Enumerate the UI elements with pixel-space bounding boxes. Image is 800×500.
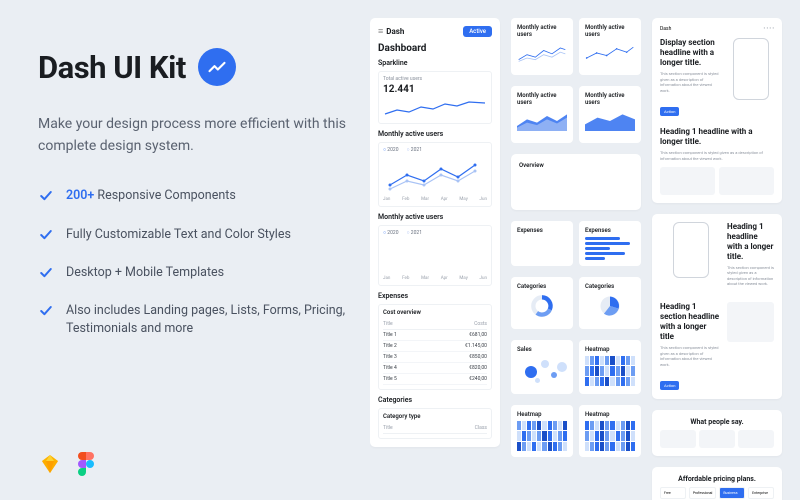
mau-title-2: Monthly active users xyxy=(378,213,492,221)
landing-cta[interactable]: Action xyxy=(660,381,679,390)
feature-text: Fully Customizable Text and Color Styles xyxy=(66,226,291,244)
feature-text: Also includes Landing pages, Lists, Form… xyxy=(66,302,356,338)
mau-title-1: Monthly active users xyxy=(378,130,492,138)
expenses-table: TitleCosts Title 1€681,00 Title 2€1.145,… xyxy=(383,319,487,385)
landing-preview-1: Dash• • • • Display section headline wit… xyxy=(652,18,782,203)
landing-headline-4: Heading 1 section headline with a longer… xyxy=(660,302,721,342)
landing-headline-2: Heading 1 headline with a longer title. xyxy=(660,127,774,147)
feature-list: 200+ Responsive Components Fully Customi… xyxy=(38,187,356,338)
legend-2020: 2020 xyxy=(383,147,399,153)
phone-mockup xyxy=(673,222,709,278)
mini-cat-pie: Categories xyxy=(579,277,641,329)
pricing-preview: Affordable pricing plans. FreeProfession… xyxy=(652,467,782,500)
table-row: Title 2€1.145,00 xyxy=(383,341,487,352)
check-icon xyxy=(38,188,54,204)
legend-2021: 2021 xyxy=(407,147,423,153)
check-icon xyxy=(38,265,54,281)
sparkline-chart xyxy=(383,99,487,119)
mini-area-2: Monthly active users xyxy=(579,86,641,143)
landing-headline-1: Display section headline with a longer t… xyxy=(660,38,721,68)
trend-icon xyxy=(207,57,227,77)
figma-icon xyxy=(78,452,94,476)
total-value: 12.441 xyxy=(383,84,487,95)
feature-text: Desktop + Mobile Templates xyxy=(66,264,224,282)
mini-area-1: Monthly active users xyxy=(511,86,573,143)
mini-heatmap-2: Heatmap xyxy=(511,405,573,457)
testimonials-title: What people say. xyxy=(660,418,774,426)
landing-headline-3: Heading 1 headline with a longer title. xyxy=(727,222,774,262)
categories-title: Categories xyxy=(378,396,492,404)
preview-gallery: Dash Active Dashboard Sparkline Total ac… xyxy=(370,0,800,500)
mini-expenses-1: Expenses xyxy=(511,221,573,266)
landing-cta[interactable]: Action xyxy=(660,107,679,116)
testimonials-preview: What people say. xyxy=(652,410,782,456)
line-chart xyxy=(383,157,487,195)
landing-nav: Dash xyxy=(660,26,671,32)
feature-item: 200+ Responsive Components xyxy=(38,187,356,205)
check-icon xyxy=(38,303,54,319)
cost-overview-label: Cost overview xyxy=(383,309,487,316)
table-row: Title 5€240,00 xyxy=(383,374,487,385)
mini-expenses-2: Expenses xyxy=(579,221,641,266)
phone-mockup xyxy=(733,38,769,100)
check-icon xyxy=(38,227,54,243)
logo-badge xyxy=(198,48,236,86)
mini-heatmap-3: Heatmap xyxy=(579,405,641,457)
mini-line-2: Monthly active users xyxy=(579,18,641,75)
overview-bars: Overview xyxy=(511,154,641,210)
mini-cat-donut: Categories xyxy=(511,277,573,329)
hero-panel: Dash UI Kit Make your design process mor… xyxy=(0,0,370,500)
product-title: Dash UI Kit xyxy=(38,49,186,86)
sketch-icon xyxy=(38,452,62,476)
mini-heatmap: Heatmap xyxy=(579,340,641,394)
mini-line-1: Monthly active users xyxy=(511,18,573,75)
brand-label: Dash xyxy=(378,26,404,37)
feature-item: Desktop + Mobile Templates xyxy=(38,264,356,282)
expenses-title: Expenses xyxy=(378,292,492,300)
total-label: Total active users xyxy=(383,76,487,82)
landing-preview-2: Heading 1 headline with a longer title.T… xyxy=(652,214,782,400)
active-button[interactable]: Active xyxy=(463,26,492,37)
pricing-title: Affordable pricing plans. xyxy=(660,475,774,483)
bar-chart xyxy=(383,240,487,274)
sparkline-title: Sparkline xyxy=(378,59,492,67)
tool-icons xyxy=(38,452,356,476)
feature-item: Fully Customizable Text and Color Styles xyxy=(38,226,356,244)
dashboard-preview: Dash Active Dashboard Sparkline Total ac… xyxy=(370,18,500,447)
table-row: Title 3€850,00 xyxy=(383,352,487,363)
hero-subtitle: Make your design process more efficient … xyxy=(38,114,356,157)
feature-text: 200+ Responsive Components xyxy=(66,187,236,205)
feature-item: Also includes Landing pages, Lists, Form… xyxy=(38,302,356,338)
dashboard-title: Dashboard xyxy=(378,43,492,54)
table-row: Title 1€681,00 xyxy=(383,330,487,341)
table-row: Title 4€820,00 xyxy=(383,363,487,374)
mini-bubble: Sales xyxy=(511,340,573,394)
cat-type-label: Category type xyxy=(383,413,487,420)
